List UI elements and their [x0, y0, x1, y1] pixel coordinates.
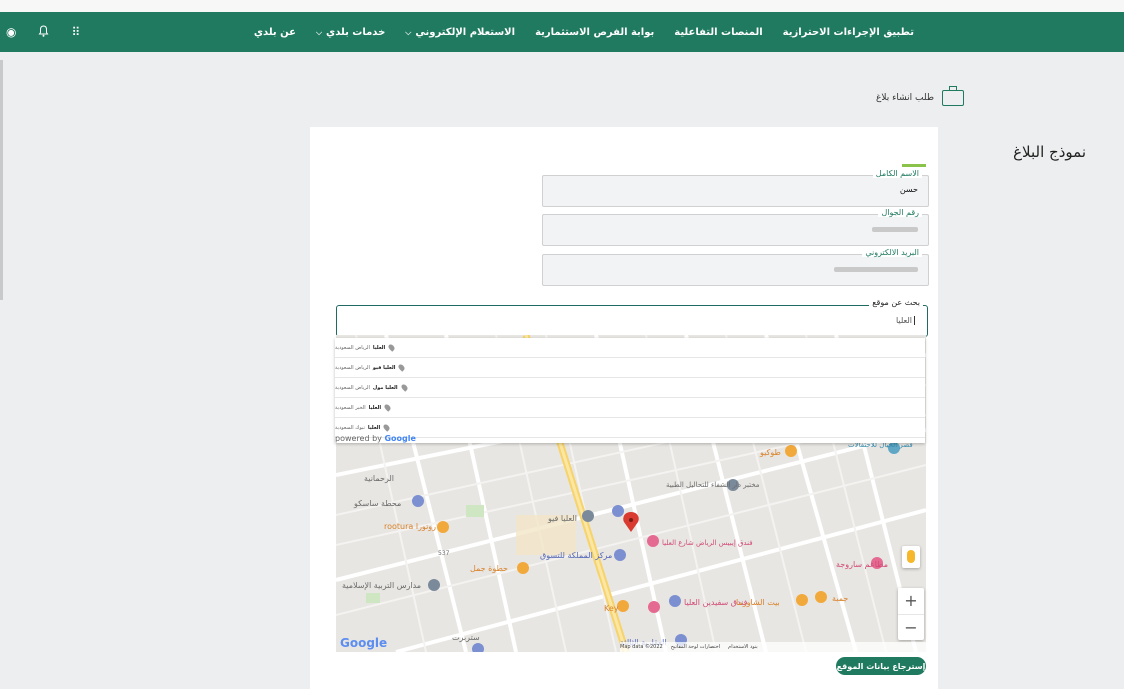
full-name-field[interactable]: الاسم الكامل حسن	[542, 169, 929, 207]
suggestion-item[interactable]: العليا الرياض السعودية	[335, 338, 925, 358]
powered-by-brand: Google	[384, 434, 416, 443]
pin-icon	[399, 383, 409, 392]
suggestion-secondary: الرياض السعودية	[335, 364, 370, 371]
phone-field[interactable]: رقم الجوال	[542, 208, 929, 246]
location-search-label: بحث عن موقع	[869, 298, 923, 307]
map-label: محطة ساسكو	[353, 499, 401, 508]
map-label: مختبر دار الشفاء للتحاليل الطبية	[666, 481, 760, 489]
briefcase-icon	[942, 86, 964, 106]
map-label: فندق إيبيس الرياض شارع العليا	[662, 539, 753, 547]
pin-icon	[382, 423, 391, 432]
chevron-down-icon: ⌵	[405, 27, 412, 37]
top-icons: ◉ ⠿	[6, 12, 80, 52]
map-data-attribution: Map data ©2022	[620, 644, 663, 650]
top-navigation-bar: عن بلدي خدمات بلدي⌵ الاستعلام الإلكتروني…	[0, 12, 1124, 52]
full-name-label: الاسم الكامل	[872, 169, 922, 178]
breadcrumb: طلب انشاء بلاغ	[876, 86, 964, 106]
powered-by-text: powered by	[335, 434, 382, 443]
left-scrollbar[interactable]	[0, 60, 3, 300]
fetch-location-button[interactable]: إسترجاع بيانات الموقع	[836, 657, 926, 675]
suggestion-main: العليا فيو	[372, 364, 396, 371]
map-label: مطاعم ساروجة	[836, 560, 888, 569]
map-label: بيت الشاورما	[736, 598, 780, 607]
suggestion-secondary: الرياض السعودية	[335, 344, 370, 351]
nav-item-platforms[interactable]: المنصات التفاعلية	[674, 27, 762, 38]
suggestion-secondary: الخبر السعودية	[335, 404, 366, 411]
phone-masked-value	[872, 227, 918, 232]
phone-label: رقم الجوال	[878, 208, 922, 217]
zoom-control: + −	[898, 588, 924, 640]
nav-item-investment[interactable]: بوابة الفرص الاستثمارية	[535, 27, 654, 38]
title-underline	[902, 164, 926, 167]
nav-item-about[interactable]: عن بلدي	[254, 27, 296, 38]
map-label: جمبة	[832, 594, 848, 603]
map-footer: بنود الاستخدام اختصارات لوحة المفاتيح Ma…	[620, 642, 930, 652]
pin-icon	[387, 343, 397, 352]
map-label: ستربرت	[452, 633, 480, 642]
nav-item-services-label: خدمات بلدي	[326, 26, 386, 38]
main-nav: عن بلدي خدمات بلدي⌵ الاستعلام الإلكتروني…	[254, 12, 914, 52]
breadcrumb-label: طلب انشاء بلاغ	[876, 93, 934, 103]
map-label: العليا فيو	[547, 514, 577, 523]
full-name-value: حسن	[899, 185, 918, 194]
zoom-out-button[interactable]: −	[898, 614, 924, 641]
zoom-in-button[interactable]: +	[898, 588, 924, 614]
suggestion-main: العليا	[368, 404, 382, 411]
map-label: طوكيو	[759, 448, 781, 457]
suggestion-main: العليا	[367, 424, 381, 431]
map-label: Key	[604, 604, 619, 613]
apps-grid-icon[interactable]: ⠿	[71, 25, 80, 39]
suggestion-secondary: الرياض السعودية	[335, 384, 370, 391]
autocomplete-dropdown: العليا الرياض السعودية العليا فيو الرياض ا…	[335, 338, 925, 443]
suggestion-item[interactable]: العليا مول الرياض السعودية	[335, 378, 925, 398]
map-label: الرحمانية	[364, 474, 394, 483]
chevron-down-icon: ⌵	[315, 27, 323, 37]
pin-icon	[397, 363, 407, 372]
email-label: البريد الالكتروني	[862, 248, 922, 257]
map-label: حطوة جمل	[470, 564, 508, 573]
email-masked-value	[834, 267, 918, 272]
shortcuts-link[interactable]: اختصارات لوحة المفاتيح	[671, 644, 720, 650]
location-search-value: العليا	[896, 316, 915, 325]
bell-icon[interactable]	[38, 24, 49, 40]
map-label: 537	[438, 550, 450, 557]
map-label: مدارس التربية الإسلامية	[342, 581, 421, 591]
google-logo[interactable]: Google	[340, 636, 387, 650]
powered-by-google: powered by Google	[335, 434, 416, 443]
nav-item-services[interactable]: خدمات بلدي⌵	[316, 27, 385, 38]
nav-item-inquiry-label: الاستعلام الإلكتروني	[415, 26, 516, 38]
suggestion-main: العليا	[372, 344, 386, 351]
street-view-pegman-icon[interactable]	[902, 546, 920, 568]
suggestion-secondary: تبوك السعودية	[335, 424, 365, 431]
location-search-input[interactable]: بحث عن موقع العليا	[336, 298, 928, 337]
email-field[interactable]: البريد الالكتروني	[542, 248, 929, 286]
suggestion-main: العليا مول	[372, 384, 398, 391]
terms-link[interactable]: بنود الاستخدام	[728, 644, 758, 650]
form-title: نموذج البلاغ	[1013, 143, 1086, 161]
nav-item-precautions[interactable]: تطبيق الإجراءات الاحترازية	[783, 27, 914, 38]
map-label: مركز المملكة للتسوق	[540, 551, 612, 560]
nav-item-inquiry[interactable]: الاستعلام الإلكتروني⌵	[405, 27, 515, 38]
pin-icon	[383, 403, 392, 412]
suggestion-item[interactable]: العليا فيو الرياض السعودية	[335, 358, 925, 378]
globe-icon[interactable]: ◉	[6, 25, 16, 39]
suggestion-item[interactable]: العليا الخبر السعودية	[335, 398, 925, 418]
top-strip	[0, 0, 1124, 12]
suggestion-item[interactable]: العليا تبوك السعودية	[335, 418, 925, 438]
map-label: rootura روتورا	[384, 522, 436, 531]
